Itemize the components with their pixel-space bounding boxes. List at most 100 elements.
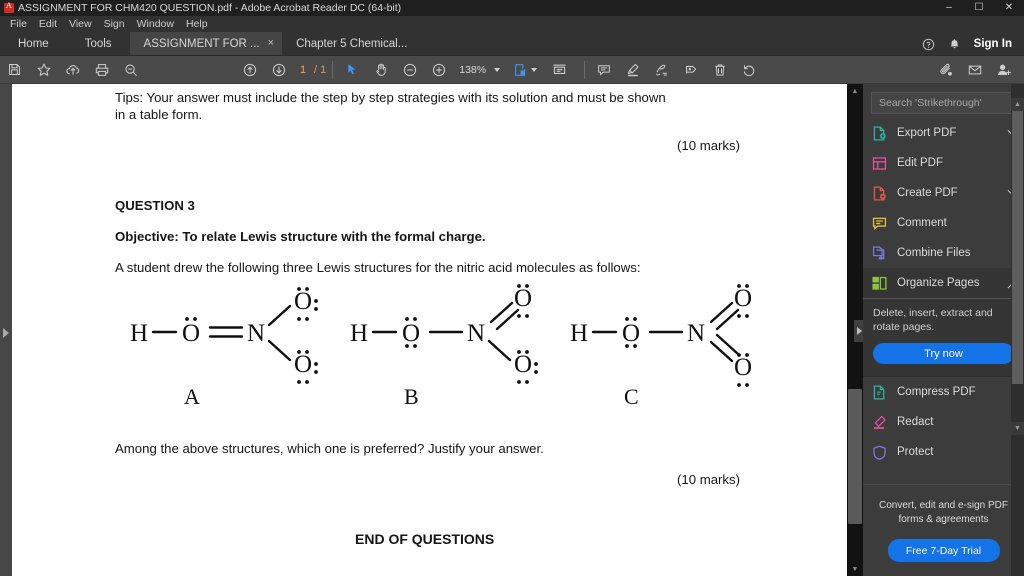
- tips-line-1: Tips: Your answer must include the step …: [115, 90, 666, 105]
- menu-window[interactable]: Window: [131, 17, 180, 31]
- tool-combine-files[interactable]: Combine Files: [863, 238, 1024, 268]
- read-mode-icon[interactable]: [545, 56, 574, 84]
- add-comment-icon[interactable]: [589, 56, 618, 84]
- promo-line-1: Convert, edit and e-sign PDF: [879, 500, 1008, 511]
- next-page-icon[interactable]: [264, 56, 293, 84]
- tools-scroll-down-arrow-icon[interactable]: ▼: [1011, 422, 1024, 435]
- tool-label: Create PDF: [897, 187, 958, 199]
- previous-page-icon[interactable]: [235, 56, 264, 84]
- atom-o-top: O: [514, 285, 532, 312]
- left-navigation-rail[interactable]: [0, 84, 12, 576]
- compress-pdf-icon: [871, 384, 888, 401]
- document-vertical-scrollbar[interactable]: ▲ ▼: [847, 84, 864, 576]
- menu-view[interactable]: View: [63, 17, 98, 31]
- scroll-up-arrow-icon[interactable]: ▲: [847, 84, 863, 98]
- page-navigation[interactable]: 1 / 1: [295, 62, 326, 77]
- print-icon[interactable]: [87, 56, 116, 84]
- tool-organize-pages[interactable]: Organize Pages: [863, 268, 1024, 298]
- tool-label: Combine Files: [897, 247, 971, 259]
- tool-edit-pdf[interactable]: Edit PDF: [863, 148, 1024, 178]
- free-trial-button[interactable]: Free 7-Day Trial: [887, 539, 1000, 562]
- trial-promo: Convert, edit and e-sign PDF forms & agr…: [863, 484, 1024, 576]
- hand-pan-icon[interactable]: [366, 56, 395, 84]
- tool-comment[interactable]: Comment: [863, 208, 1024, 238]
- atom-h: H: [130, 320, 148, 347]
- upload-cloud-icon[interactable]: [58, 56, 87, 84]
- tools-scrollbar-thumb[interactable]: [1012, 111, 1023, 384]
- email-icon[interactable]: [960, 56, 989, 84]
- save-icon[interactable]: [0, 56, 29, 84]
- tool-export-pdf[interactable]: Export PDF: [863, 118, 1024, 148]
- scroll-down-arrow-icon[interactable]: ▼: [847, 562, 863, 576]
- tools-search-input[interactable]: Search 'Strikethrough': [871, 92, 1016, 114]
- tool-label: Organize Pages: [897, 277, 980, 289]
- content-area: Tips: Your answer must include the step …: [0, 84, 1024, 576]
- structure-label-a: A: [184, 384, 200, 409]
- draw-freehand-icon[interactable]: [647, 56, 676, 84]
- zoom-out-icon[interactable]: [395, 56, 424, 84]
- intro-text: A student drew the following three Lewis…: [115, 260, 641, 275]
- delete-icon[interactable]: [705, 56, 734, 84]
- expand-left-panel-arrow-icon[interactable]: [3, 328, 9, 338]
- organize-pages-description: Delete, insert, extract and rotate pages…: [873, 307, 993, 333]
- document-viewport: Tips: Your answer must include the step …: [12, 84, 847, 576]
- menu-file[interactable]: File: [4, 17, 33, 31]
- close-tab-icon[interactable]: ×: [268, 38, 274, 49]
- add-to-favorites-star-icon[interactable]: [29, 56, 58, 84]
- minimize-button[interactable]: –: [934, 0, 964, 16]
- tool-label: Protect: [897, 446, 934, 458]
- atom-o-left: O: [402, 320, 420, 347]
- sign-in-button[interactable]: Sign In: [968, 38, 1024, 50]
- atom-o-left: O: [622, 320, 640, 347]
- share-add-person-icon[interactable]: [989, 56, 1018, 84]
- title-bar: ASSIGNMENT FOR CHM420 QUESTION.pdf - Ado…: [0, 0, 1024, 16]
- tool-redact[interactable]: Redact: [863, 407, 1024, 437]
- tab-tools[interactable]: Tools: [67, 32, 130, 55]
- select-cursor-icon[interactable]: [337, 56, 366, 84]
- tab-home[interactable]: Home: [0, 32, 67, 55]
- atom-n: N: [467, 320, 485, 347]
- acrobat-logo-icon: [4, 1, 14, 13]
- add-stamp-icon[interactable]: [676, 56, 705, 84]
- tool-protect[interactable]: Protect: [863, 437, 1024, 467]
- menu-edit[interactable]: Edit: [33, 17, 63, 31]
- menu-sign[interactable]: Sign: [98, 17, 131, 31]
- atom-o-bottom: O: [734, 354, 752, 381]
- atom-h: H: [350, 320, 368, 347]
- toolbar-divider: [332, 60, 334, 79]
- zoom-level-control[interactable]: 138%: [459, 63, 501, 76]
- undo-rotate-icon[interactable]: [734, 56, 763, 84]
- tool-create-pdf[interactable]: Create PDF: [863, 178, 1024, 208]
- document-tab-chapter5[interactable]: Chapter 5 Chemical...: [282, 32, 415, 55]
- tools-search-wrapper: Search 'Strikethrough': [863, 84, 1024, 118]
- try-now-button[interactable]: Try now: [873, 343, 1014, 364]
- current-page-input[interactable]: 1: [295, 62, 311, 77]
- fit-page-chevron-down-icon[interactable]: [531, 67, 538, 72]
- organize-pages-icon: [871, 275, 888, 292]
- tools-panel-scrollbar[interactable]: ▲ ▼: [1011, 84, 1024, 576]
- tab-strip-right-actions: Sign In: [916, 32, 1024, 56]
- help-circle-icon[interactable]: [916, 32, 942, 56]
- chevron-down-icon[interactable]: [494, 67, 501, 72]
- close-button[interactable]: ✕: [994, 0, 1024, 16]
- menu-help[interactable]: Help: [180, 17, 214, 31]
- zoom-in-icon[interactable]: [424, 56, 453, 84]
- notification-bell-icon[interactable]: [942, 32, 968, 56]
- document-tab-assignment[interactable]: ASSIGNMENT FOR ... ×: [129, 32, 283, 55]
- prompt-text: Among the above structures, which one is…: [115, 441, 544, 456]
- maximize-button[interactable]: ☐: [964, 0, 994, 16]
- zoom-level-value: 138%: [459, 63, 487, 76]
- main-toolbar: 1 / 1 138%: [0, 56, 1024, 84]
- tools-scroll-up-arrow-icon[interactable]: ▲: [1011, 98, 1024, 111]
- highlight-text-icon[interactable]: [618, 56, 647, 84]
- scrollbar-thumb[interactable]: [848, 389, 862, 524]
- attach-file-icon[interactable]: [931, 56, 960, 84]
- find-search-icon[interactable]: [116, 56, 145, 84]
- toolbar-divider-2: [584, 60, 586, 79]
- tool-compress-pdf[interactable]: Compress PDF: [863, 377, 1024, 407]
- structure-label-b: B: [404, 384, 419, 409]
- window-controls: – ☐ ✕: [934, 0, 1024, 16]
- comment-icon: [871, 215, 888, 232]
- export-pdf-icon: [871, 125, 888, 142]
- tool-label: Redact: [897, 416, 934, 428]
